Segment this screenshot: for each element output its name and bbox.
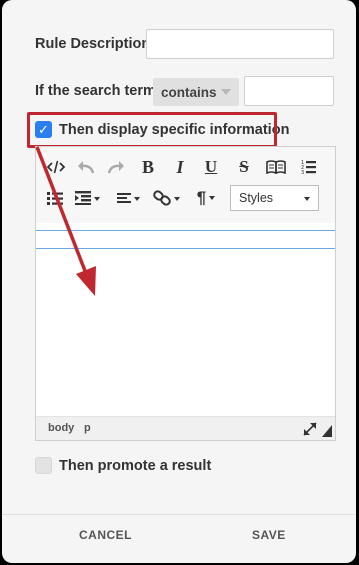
redo-icon[interactable] bbox=[106, 156, 126, 178]
save-button[interactable]: SAVE bbox=[252, 528, 286, 542]
rule-description-input[interactable] bbox=[146, 29, 334, 59]
editor-guide-line-top bbox=[36, 230, 335, 231]
editor-statusbar: body p bbox=[36, 416, 335, 440]
editor-content-area[interactable] bbox=[36, 223, 335, 419]
rule-description-row: Rule Description bbox=[35, 36, 150, 52]
paragraph-icon[interactable]: ¶ bbox=[194, 187, 220, 209]
editor-guide-line-bottom bbox=[36, 248, 335, 249]
search-term-input[interactable] bbox=[244, 76, 334, 106]
chevron-down-icon bbox=[221, 89, 231, 95]
rich-text-editor: B I U S 123 ¶ Styles body p bbox=[35, 146, 336, 441]
path-crumb-p[interactable]: p bbox=[84, 422, 91, 434]
rule-description-label: Rule Description bbox=[35, 36, 151, 52]
align-icon[interactable] bbox=[116, 187, 142, 209]
search-term-row: If the search term bbox=[35, 83, 156, 99]
italic-icon[interactable]: I bbox=[171, 156, 189, 178]
chevron-down-icon bbox=[304, 197, 310, 201]
underline-icon[interactable]: U bbox=[202, 156, 220, 178]
strikethrough-icon[interactable]: S bbox=[235, 156, 253, 178]
search-term-label: If the search term bbox=[35, 83, 156, 99]
resize-handle-icon[interactable] bbox=[322, 424, 332, 442]
annotation-highlight-box bbox=[27, 112, 277, 148]
bold-icon[interactable]: B bbox=[139, 156, 157, 178]
source-code-icon[interactable] bbox=[46, 156, 66, 178]
promote-result-row[interactable]: Then promote a result bbox=[35, 457, 211, 474]
condition-select-value: contains bbox=[161, 84, 217, 100]
dialog-footer: CANCEL SAVE bbox=[2, 514, 356, 563]
condition-select[interactable]: contains bbox=[153, 78, 239, 106]
svg-text:3: 3 bbox=[301, 170, 304, 175]
maximize-icon[interactable] bbox=[303, 422, 317, 441]
path-crumb-body[interactable]: body bbox=[48, 422, 74, 434]
styles-dropdown[interactable]: Styles bbox=[230, 185, 319, 211]
book-icon[interactable] bbox=[265, 156, 287, 178]
link-icon[interactable] bbox=[152, 187, 182, 209]
styles-dropdown-label: Styles bbox=[239, 191, 274, 205]
numbered-list-icon[interactable]: 123 bbox=[299, 156, 319, 178]
undo-icon[interactable] bbox=[76, 156, 96, 178]
promote-result-label: Then promote a result bbox=[59, 457, 212, 474]
rule-dialog: Rule Description If the search term cont… bbox=[2, 0, 356, 563]
promote-result-checkbox[interactable] bbox=[35, 457, 52, 474]
bulleted-list-icon[interactable] bbox=[45, 187, 65, 209]
cancel-button[interactable]: CANCEL bbox=[79, 528, 132, 542]
indent-icon[interactable] bbox=[75, 187, 101, 209]
paragraph-glyph: ¶ bbox=[196, 188, 207, 207]
editor-toolbar: B I U S 123 ¶ Styles bbox=[36, 147, 335, 223]
